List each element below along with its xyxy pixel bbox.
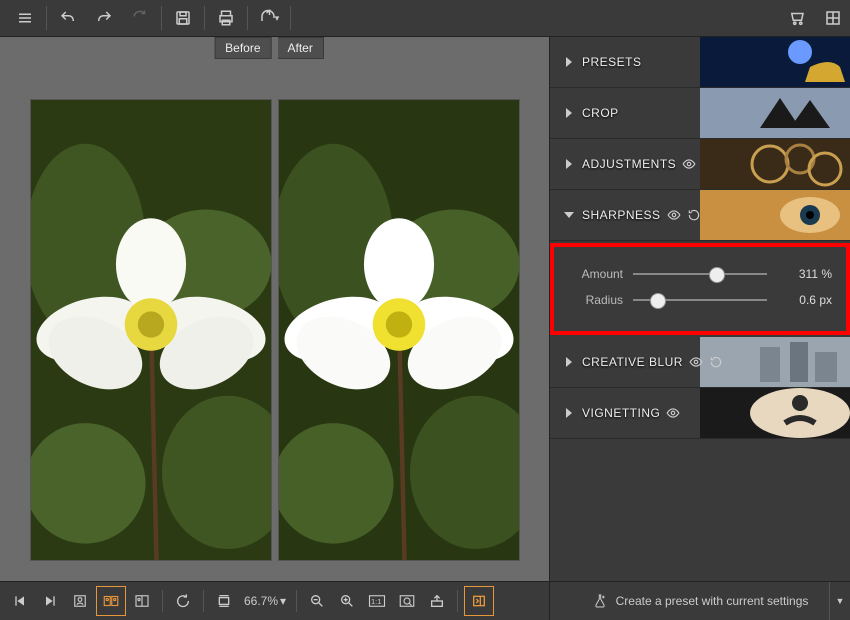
radius-label: Radius (568, 293, 623, 307)
visibility-icon[interactable] (667, 208, 681, 222)
reset-icon[interactable] (709, 355, 723, 369)
chevron-right-icon (566, 108, 572, 118)
undo-button[interactable] (51, 1, 85, 35)
separator (203, 590, 204, 612)
zoom-out-button[interactable] (303, 587, 331, 615)
section-crop[interactable]: CROP (550, 88, 850, 139)
thumb-presets (700, 37, 850, 87)
save-button[interactable] (166, 1, 200, 35)
repeat-button[interactable] (123, 1, 157, 35)
thumb-vignetting (700, 388, 850, 438)
chevron-down-icon: ▼ (836, 596, 845, 606)
separator (247, 6, 248, 30)
share-button[interactable]: ▾ (252, 1, 286, 35)
separator (162, 590, 163, 612)
section-title: PRESETS (582, 55, 642, 69)
amount-label: Amount (568, 267, 623, 281)
amount-value: 311 % (777, 267, 832, 281)
single-view-button[interactable] (66, 587, 94, 615)
fit-screen-button[interactable] (393, 587, 421, 615)
zoom-level[interactable]: 66.7% (244, 594, 278, 608)
before-label: Before (214, 37, 271, 59)
redo-button[interactable] (87, 1, 121, 35)
fit-button[interactable] (210, 587, 238, 615)
after-image[interactable] (278, 99, 520, 561)
image-viewer: Before After (0, 37, 549, 620)
thumb-adjustments (700, 139, 850, 189)
separator (296, 590, 297, 612)
flask-icon (592, 593, 608, 609)
zoom-in-button[interactable] (333, 587, 361, 615)
create-preset-label: Create a preset with current settings (616, 594, 809, 608)
split-view-button[interactable] (128, 587, 156, 615)
separator (46, 6, 47, 30)
visibility-icon[interactable] (689, 355, 703, 369)
chevron-right-icon (566, 357, 572, 367)
panel-toggle-button[interactable] (464, 586, 494, 616)
side-panel: PRESETS CROP ADJUSTMENTS SHARPNESS (549, 37, 850, 620)
slider-thumb[interactable] (650, 293, 666, 309)
section-title: SHARPNESS (582, 208, 661, 222)
amount-slider[interactable] (633, 273, 767, 275)
chevron-down-icon (564, 212, 574, 218)
create-preset-button[interactable]: Create a preset with current settings ▼ (550, 581, 850, 620)
grid-button[interactable] (816, 1, 850, 35)
separator (457, 590, 458, 612)
section-vignetting[interactable]: VIGNETTING (550, 388, 850, 439)
sharpness-sliders: Amount 311 % Radius 0.6 px (550, 243, 850, 335)
section-sharpness[interactable]: SHARPNESS (550, 190, 850, 241)
export-up-button[interactable] (423, 587, 451, 615)
rotate-button[interactable] (169, 587, 197, 615)
thumb-crop (700, 88, 850, 138)
menu-button[interactable] (8, 1, 42, 35)
compare-panes (0, 59, 549, 581)
panel-empty-area (550, 439, 850, 581)
section-title: VIGNETTING (582, 406, 660, 420)
section-creative-blur[interactable]: CREATIVE BLUR (550, 337, 850, 388)
bottom-toolbar: 66.7% ▾ 1:1 (0, 581, 549, 620)
zoom-dropdown-icon[interactable]: ▾ (280, 594, 286, 608)
chevron-right-icon (566, 408, 572, 418)
actual-size-button[interactable]: 1:1 (363, 587, 391, 615)
next-image-button[interactable] (36, 587, 64, 615)
svg-text:1:1: 1:1 (371, 597, 381, 606)
chevron-right-icon (566, 159, 572, 169)
prev-image-button[interactable] (6, 587, 34, 615)
radius-value: 0.6 px (777, 293, 832, 307)
compare-labels: Before After (0, 37, 549, 59)
print-button[interactable] (209, 1, 243, 35)
compare-view-button[interactable] (96, 586, 126, 616)
separator (290, 6, 291, 30)
create-preset-more-button[interactable]: ▼ (829, 582, 850, 620)
slider-thumb[interactable] (709, 267, 725, 283)
cart-button[interactable] (780, 1, 814, 35)
amount-row: Amount 311 % (568, 261, 832, 287)
visibility-icon[interactable] (666, 406, 680, 420)
top-toolbar: ▾ (0, 0, 850, 37)
section-adjustments[interactable]: ADJUSTMENTS (550, 139, 850, 190)
visibility-icon[interactable] (682, 157, 696, 171)
after-label: After (278, 37, 324, 59)
section-title: CROP (582, 106, 619, 120)
section-title: ADJUSTMENTS (582, 157, 676, 171)
reset-icon[interactable] (687, 208, 701, 222)
section-title: CREATIVE BLUR (582, 355, 683, 369)
section-presets[interactable]: PRESETS (550, 37, 850, 88)
before-image[interactable] (30, 99, 272, 561)
thumb-sharpness (700, 190, 850, 240)
radius-slider[interactable] (633, 299, 767, 301)
radius-row: Radius 0.6 px (568, 287, 832, 313)
separator (161, 6, 162, 30)
chevron-right-icon (566, 57, 572, 67)
separator (204, 6, 205, 30)
